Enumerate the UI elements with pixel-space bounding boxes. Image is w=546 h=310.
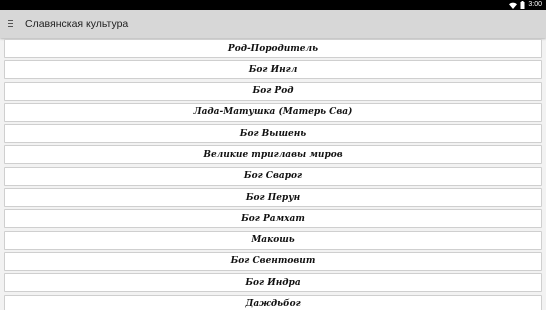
list-item[interactable]: Бог Вышень <box>4 124 542 144</box>
list-item[interactable]: Род-Породитель <box>4 39 542 58</box>
deity-list: Род-Породитель Бог Ингл Бог Род Лада-Мат… <box>4 39 542 310</box>
list-item[interactable]: Бог Ингл <box>4 60 542 80</box>
app-title: Славянская культура <box>25 18 129 30</box>
status-bar: 3:00 <box>0 0 546 10</box>
list-item[interactable]: Макошь <box>4 230 542 250</box>
status-icons: 3:00 <box>509 1 542 9</box>
list-item[interactable]: Бог Перун <box>4 188 542 208</box>
list-item[interactable]: Бог Рамхат <box>4 209 542 229</box>
status-time: 3:00 <box>528 1 542 8</box>
list-item[interactable]: Даждьбог <box>4 294 542 310</box>
list-item[interactable]: Бог Индра <box>4 273 542 293</box>
app-bar: Славянская культура <box>0 10 546 38</box>
list-item[interactable]: Бог Сварог <box>4 166 542 186</box>
list-item[interactable]: Великие триглавы миров <box>4 145 542 165</box>
battery-icon <box>520 1 525 9</box>
list-item[interactable]: Бог Род <box>4 81 542 101</box>
list-item[interactable]: Лада-Матушка (Матерь Сва) <box>4 102 542 122</box>
menu-icon[interactable] <box>8 20 14 28</box>
list-item[interactable]: Бог Свентовит <box>4 251 542 271</box>
wifi-icon <box>509 2 518 9</box>
